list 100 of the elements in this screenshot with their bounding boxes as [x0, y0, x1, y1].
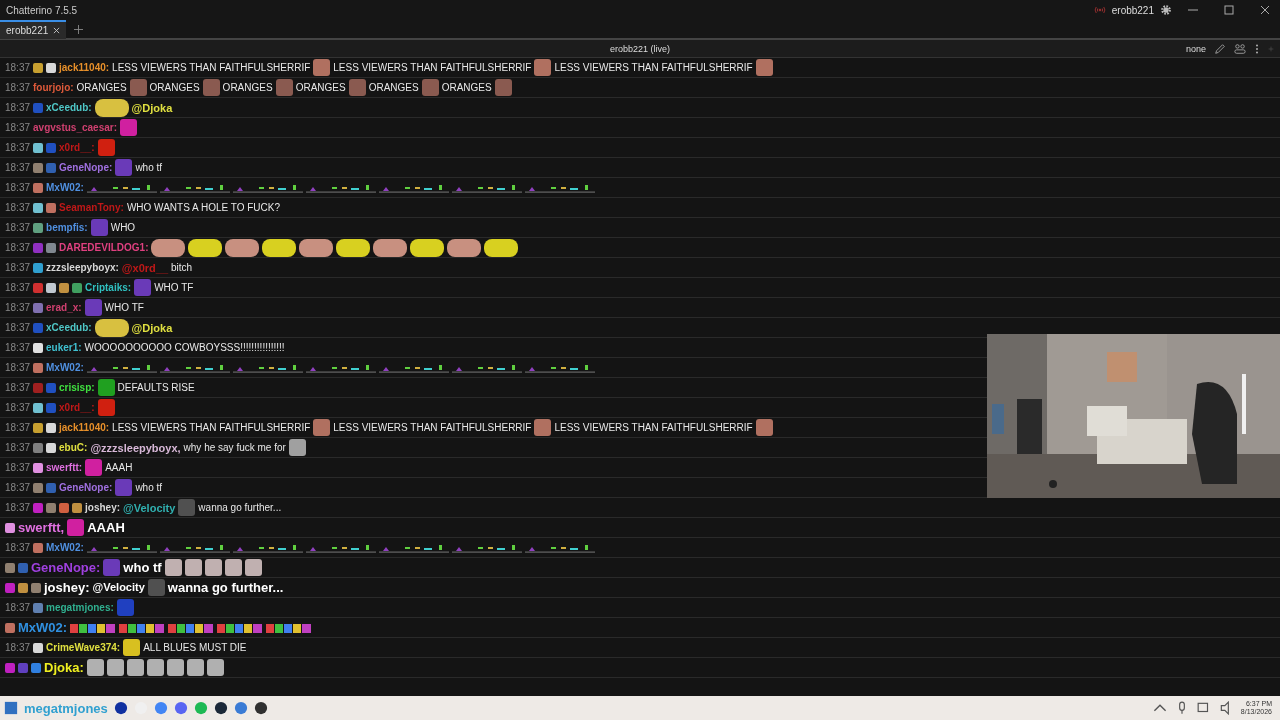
username[interactable]: xCeedub:: [46, 321, 92, 334]
message-text: WOOOOOOOOOO COWBOYSSS!!!!!!!!!!!!!!!!: [84, 341, 285, 354]
username[interactable]: MxW02:: [18, 620, 68, 635]
emote-icon: [86, 182, 157, 193]
message-text: ORANGES: [441, 81, 492, 94]
username[interactable]: GeneNope:: [59, 161, 113, 174]
username[interactable]: fourjojo:: [33, 81, 74, 94]
pen-icon[interactable]: [1214, 42, 1226, 55]
message-text: ORANGES: [149, 81, 200, 94]
timestamp: 18:37: [5, 161, 31, 174]
username[interactable]: swerftt:: [46, 461, 83, 474]
timestamp: 18:37: [5, 101, 31, 114]
username[interactable]: ebuC:: [59, 441, 88, 454]
emote-icon: [305, 182, 376, 193]
username[interactable]: jack11040:: [59, 421, 110, 434]
message-text: WHO TF: [154, 281, 194, 294]
message-text: who tf: [135, 481, 163, 494]
message-text: bitch: [171, 261, 193, 274]
username[interactable]: swerftt,: [18, 520, 65, 535]
username[interactable]: MxW02:: [46, 181, 84, 194]
username[interactable]: erad_x:: [46, 301, 82, 314]
mode-label[interactable]: none: [1185, 43, 1206, 54]
account-name[interactable]: erobb221: [1111, 4, 1154, 16]
mention-link[interactable]: @Velocity: [92, 580, 145, 595]
username[interactable]: crisisp:: [59, 381, 95, 394]
emote-icon: [524, 542, 595, 553]
timestamp: 18:37: [5, 221, 31, 234]
timestamp: 18:37: [5, 201, 31, 214]
username[interactable]: DAREDEVILDOG1:: [59, 241, 149, 254]
emote-icon: [451, 362, 522, 373]
message-text: ORANGES: [222, 81, 273, 94]
emote-icon: [524, 362, 595, 373]
timestamp: 18:37: [5, 341, 31, 354]
message-text: AAAH: [105, 461, 133, 474]
username[interactable]: Djoka:: [44, 660, 84, 675]
mention-link[interactable]: @Velocity: [123, 501, 176, 514]
emote-icon: [524, 182, 595, 193]
username[interactable]: joshey:: [85, 501, 121, 514]
emote-icon: [86, 542, 157, 553]
username[interactable]: bempfis:: [46, 221, 88, 234]
username[interactable]: GeneNope:: [59, 481, 113, 494]
timestamp: 18:37: [5, 601, 31, 614]
message-text: LESS VIEWERS THAN FAITHFULSHERRIF: [112, 421, 311, 434]
timestamp: 18:37: [5, 301, 31, 314]
channel-title: erobb221 (live): [610, 43, 670, 54]
username[interactable]: CrimeWave374:: [46, 641, 121, 654]
timestamp: 18:37: [5, 81, 31, 94]
username[interactable]: megatmjones:: [46, 601, 114, 614]
username[interactable]: euker1:: [46, 341, 82, 354]
message-text: why he say fuck me for: [183, 441, 286, 454]
message-text: wanna go further...: [167, 580, 284, 595]
emote-icon: [378, 542, 449, 553]
emote-icon: [305, 362, 376, 373]
message-text: who tf: [135, 161, 163, 174]
timestamp: 18:37: [5, 641, 31, 654]
username[interactable]: MxW02:: [46, 361, 84, 374]
timestamp: 18:37: [5, 241, 31, 254]
emote-icon: [232, 542, 303, 553]
emote-icon: [451, 182, 522, 193]
emote-icon: [378, 182, 449, 193]
timestamp: 18:37: [5, 541, 31, 554]
timestamp: 18:37: [5, 421, 31, 434]
timestamp: 18:37: [5, 481, 31, 494]
username[interactable]: joshey:: [44, 580, 90, 595]
username[interactable]: GeneNope:: [31, 560, 101, 575]
channel-tab[interactable]: erobb221: [0, 19, 67, 39]
more-icon[interactable]: [1254, 42, 1260, 55]
username[interactable]: xCeedub:: [46, 101, 92, 114]
emote-icon: [159, 542, 230, 553]
username[interactable]: avgvstus_caesar:: [33, 121, 117, 134]
overlay-username: megatmjones: [24, 700, 108, 716]
timestamp: 18:37: [5, 261, 31, 274]
timestamp: 18:37: [5, 61, 31, 74]
timestamp: 18:37: [5, 321, 31, 334]
username[interactable]: MxW02:: [46, 541, 84, 554]
emote-icon: [232, 182, 303, 193]
mention-link[interactable]: @zzzsleepyboyx,: [90, 441, 181, 454]
message-text: wanna go further...: [198, 501, 282, 514]
mention-link[interactable]: @Djoka: [131, 321, 173, 334]
message-text: WHO: [110, 221, 136, 234]
live-icon[interactable]: [1093, 4, 1106, 16]
message-text: DEFAULTS RISE: [117, 381, 195, 394]
timestamp: 18:37: [5, 501, 31, 514]
message-text: ORANGES: [76, 81, 127, 94]
username[interactable]: zzzsleepyboyx:: [46, 261, 119, 274]
users-icon[interactable]: [1234, 42, 1246, 55]
network-icon: [1196, 701, 1211, 715]
close-icon: [53, 26, 61, 34]
message-text: ORANGES: [295, 81, 346, 94]
timestamp: 18:37: [5, 461, 31, 474]
message-text: LESS VIEWERS THAN FAITHFULSHERRIF: [554, 61, 753, 74]
username[interactable]: Criptaiks:: [85, 281, 132, 294]
emote-icon: [232, 362, 303, 373]
settings-icon[interactable]: [1160, 4, 1172, 16]
emote-icon: [86, 362, 157, 373]
mention-link[interactable]: @Djoka: [131, 101, 173, 114]
message-text: WHO TF: [104, 301, 144, 314]
timestamp: 18:37: [5, 141, 31, 154]
timestamp: 18:37: [5, 441, 31, 454]
username[interactable]: jack11040:: [59, 61, 110, 74]
